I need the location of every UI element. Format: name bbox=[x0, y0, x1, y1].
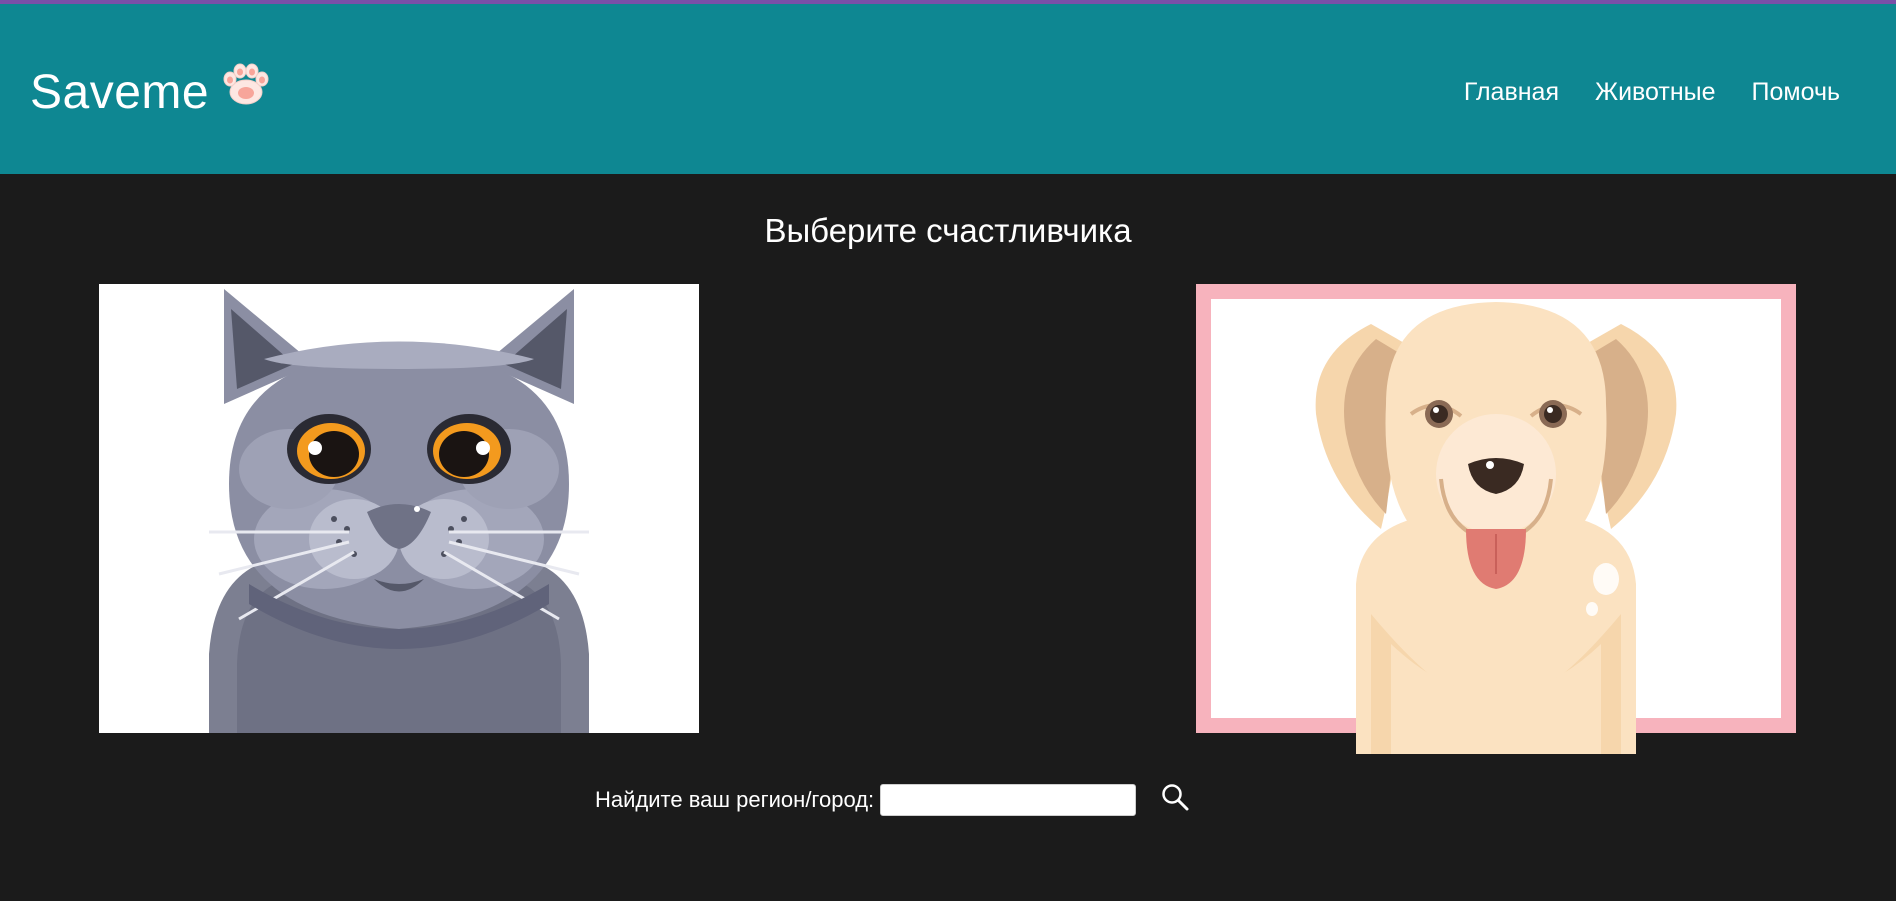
brand-logo[interactable]: Saveme bbox=[30, 62, 271, 122]
region-search-input[interactable] bbox=[880, 784, 1137, 816]
brand-name: Saveme bbox=[30, 65, 210, 119]
search-icon[interactable] bbox=[1160, 782, 1190, 812]
animal-card-cat[interactable] bbox=[99, 284, 699, 733]
animal-card-dog[interactable] bbox=[1196, 284, 1796, 754]
nav-link-home[interactable]: Главная bbox=[1464, 78, 1559, 107]
region-search-label: Найдите ваш регион/город: bbox=[595, 787, 875, 812]
dog-icon bbox=[1315, 302, 1677, 754]
nav-link-animals[interactable]: Животные bbox=[1595, 78, 1716, 107]
region-search: Найдите ваш регион/город: bbox=[595, 784, 1137, 816]
cat-icon bbox=[209, 289, 589, 733]
paw-icon bbox=[223, 63, 269, 105]
nav-link-help[interactable]: Помочь bbox=[1752, 78, 1840, 107]
main-nav: Главная Животные Помочь bbox=[1464, 78, 1840, 107]
site-header: Saveme Главная Животные Помочь bbox=[0, 4, 1896, 174]
page-title: Выберите счастливчика bbox=[764, 212, 1132, 249]
